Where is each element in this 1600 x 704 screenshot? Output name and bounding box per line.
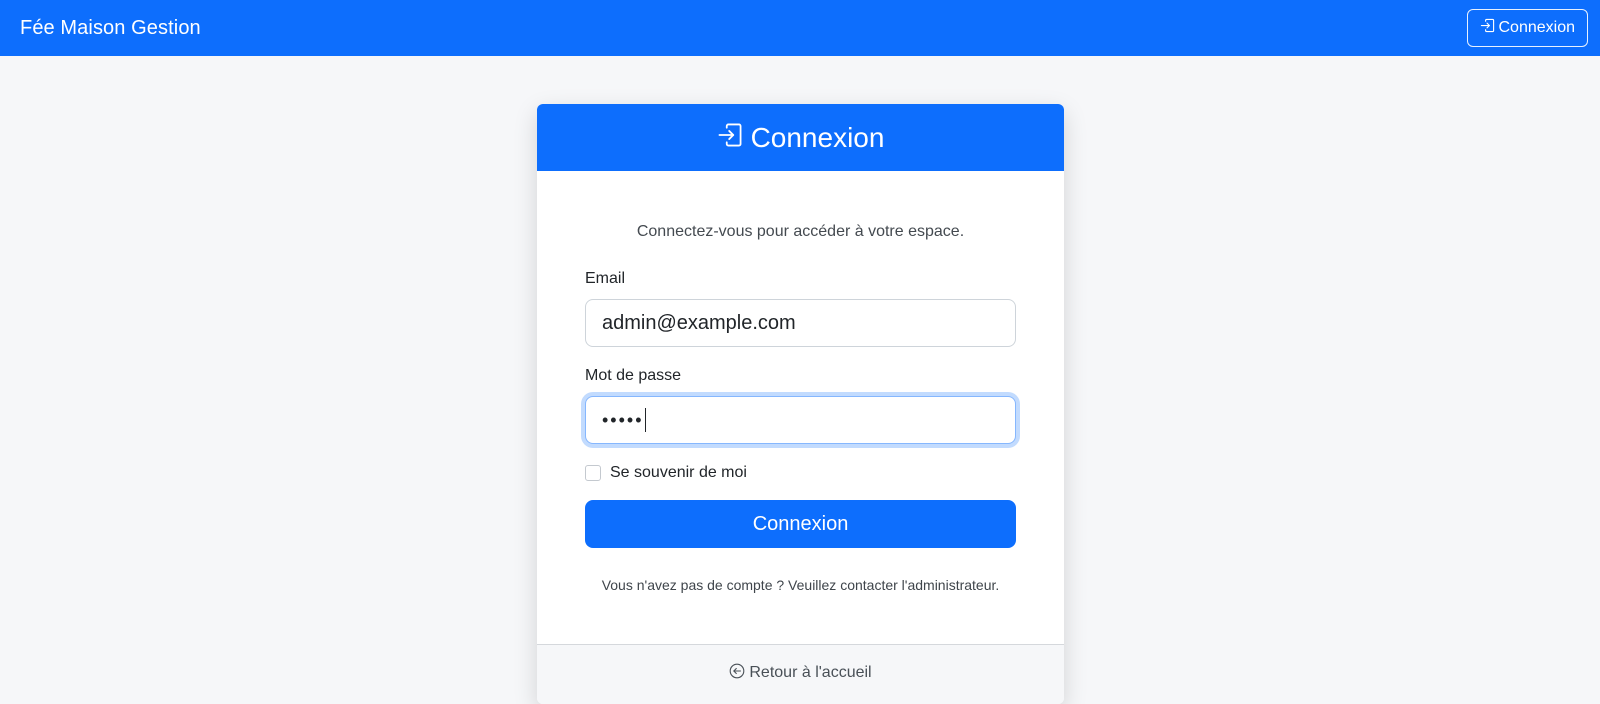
navbar-login-label: Connexion	[1498, 19, 1576, 36]
password-value: •••••	[602, 409, 644, 430]
back-home-label: Retour à l'accueil	[749, 664, 872, 681]
no-account-note: Vous n'avez pas de compte ? Veuillez con…	[601, 577, 1000, 593]
text-caret	[644, 408, 646, 432]
card-footer: Retour à l'accueil	[537, 644, 1064, 704]
card-body: Connectez-vous pour accéder à votre espa…	[537, 223, 1064, 593]
login-icon	[1480, 18, 1495, 38]
email-label: Email	[585, 270, 626, 287]
top-navbar: Fée Maison Gestion Connexion	[0, 0, 1600, 56]
password-label: Mot de passe	[585, 367, 682, 384]
arrow-left-circle-icon	[729, 663, 745, 684]
login-icon	[717, 122, 743, 153]
remember-me-label[interactable]: Se souvenir de moi	[610, 464, 747, 482]
card-header: Connexion	[537, 104, 1064, 171]
login-subtitle: Connectez-vous pour accéder à votre espa…	[636, 223, 965, 240]
remember-me-row: Se souvenir de moi	[585, 464, 1016, 482]
login-submit-button[interactable]: Connexion	[585, 500, 1016, 548]
brand-link[interactable]: Fée Maison Gestion	[20, 17, 201, 40]
login-card: Connexion Connectez-vous pour accéder à …	[537, 104, 1064, 704]
password-field[interactable]: •••••	[585, 396, 1016, 444]
navbar-login-button[interactable]: Connexion	[1466, 9, 1588, 47]
back-home-link[interactable]: Retour à l'accueil	[729, 663, 872, 684]
email-field[interactable]: admin@example.com	[585, 299, 1016, 347]
email-value: admin@example.com	[602, 311, 796, 334]
remember-me-checkbox[interactable]	[585, 465, 601, 481]
card-title: Connexion	[750, 121, 885, 153]
